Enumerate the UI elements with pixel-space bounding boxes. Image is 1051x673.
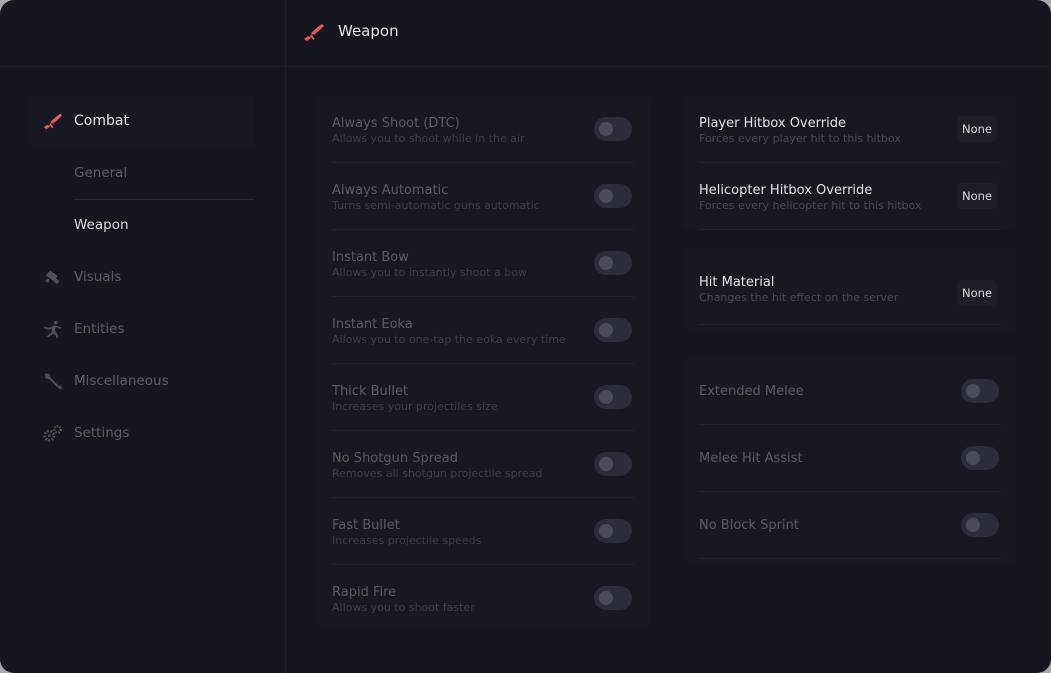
option-name: Always Automatic <box>332 183 449 198</box>
sidebar: Combat General Weapon Visuals Entities M… <box>0 0 286 673</box>
select-row-helicopter-hitbox: Helicopter Hitbox Override Forces every … <box>699 163 1001 230</box>
sidebar-item-label: General <box>74 165 128 181</box>
option-name: Melee Hit Assist <box>699 451 803 466</box>
app-window: Combat General Weapon Visuals Entities M… <box>0 0 1051 673</box>
paint-icon <box>45 270 60 285</box>
toggle-row-rapid-fire: Rapid Fire Allows you to shoot faster <box>332 565 634 632</box>
sidebar-nav: Combat General Weapon Visuals Entities M… <box>28 95 254 459</box>
option-name: Instant Eoka <box>332 317 413 332</box>
toggle-row-always-automatic: Always Automatic Turns semi-automatic gu… <box>332 163 634 230</box>
wrench-icon <box>44 373 63 390</box>
player-hitbox-select[interactable]: None <box>957 116 997 142</box>
always-shoot-toggle[interactable] <box>594 117 632 141</box>
option-description: Increases projectile speeds <box>332 534 482 547</box>
sidebar-item-label: Miscellaneous <box>74 373 169 389</box>
sidebar-item-general[interactable]: General <box>28 147 254 199</box>
toggle-row-instant-eoka: Instant Eoka Allows you to one-tap the e… <box>332 297 634 364</box>
select-row-player-hitbox: Player Hitbox Override Forces every play… <box>699 96 1001 163</box>
hitbox-override-panel: Player Hitbox Override Forces every play… <box>683 96 1017 230</box>
option-name: Hit Material <box>699 275 775 290</box>
toggle-knob <box>966 518 980 532</box>
toggle-row-extended-melee: Extended Melee <box>699 358 1001 425</box>
runner-icon <box>43 320 62 339</box>
no-shotgun-spread-toggle[interactable] <box>594 452 632 476</box>
sidebar-item-entities[interactable]: Entities <box>28 303 254 355</box>
sidebar-item-combat[interactable]: Combat <box>28 95 254 147</box>
option-name: Extended Melee <box>699 384 804 399</box>
option-name: Always Shoot (DTC) <box>332 116 460 131</box>
toggle-knob <box>966 451 980 465</box>
option-name: No Shotgun Spread <box>332 451 458 466</box>
option-name: Helicopter Hitbox Override <box>699 183 873 198</box>
toggle-row-no-block-sprint: No Block Sprint <box>699 492 1001 559</box>
weapon-toggles-panel: Always Shoot (DTC) Allows you to shoot w… <box>316 96 650 626</box>
toggle-row-thick-bullet: Thick Bullet Increases your projectiles … <box>332 364 634 431</box>
instant-eoka-toggle[interactable] <box>594 318 632 342</box>
sidebar-item-label: Visuals <box>74 269 122 285</box>
option-description: Forces every player hit to this hitbox <box>699 132 901 145</box>
toggle-row-no-shotgun-spread: No Shotgun Spread Removes all shotgun pr… <box>332 431 634 498</box>
option-description: Allows you to one-tap the eoka every tim… <box>332 333 566 346</box>
option-description: Turns semi-automatic guns automatic <box>332 199 540 212</box>
sidebar-item-miscellaneous[interactable]: Miscellaneous <box>28 355 254 407</box>
no-block-sprint-toggle[interactable] <box>961 513 999 537</box>
helicopter-hitbox-select[interactable]: None <box>957 183 997 209</box>
option-name: Instant Bow <box>332 250 409 265</box>
option-description: Allows you to shoot faster <box>332 601 475 614</box>
toggle-knob <box>599 323 613 337</box>
sidebar-item-visuals[interactable]: Visuals <box>28 251 254 303</box>
extended-melee-toggle[interactable] <box>961 379 999 403</box>
toggle-row-fast-bullet: Fast Bullet Increases projectile speeds <box>332 498 634 565</box>
rapid-fire-toggle[interactable] <box>594 586 632 610</box>
toggle-knob <box>599 591 613 605</box>
sidebar-item-label: Entities <box>74 321 125 337</box>
option-name: Thick Bullet <box>332 384 409 399</box>
toggle-knob <box>966 384 980 398</box>
hit-material-select[interactable]: None <box>957 280 997 306</box>
rifle-icon <box>304 24 324 41</box>
sidebar-item-label: Settings <box>74 425 130 441</box>
toggle-knob <box>599 122 613 136</box>
always-automatic-toggle[interactable] <box>594 184 632 208</box>
option-name: Player Hitbox Override <box>699 116 846 131</box>
option-description: Increases your projectiles size <box>332 400 498 413</box>
toggle-knob <box>599 256 613 270</box>
sidebar-item-settings[interactable]: Settings <box>28 407 254 459</box>
option-description: Allows you to shoot while in the air <box>332 132 525 145</box>
option-description: Allows you to instantly shoot a bow <box>332 266 527 279</box>
sidebar-item-label: Weapon <box>74 217 129 233</box>
toggle-knob <box>599 457 613 471</box>
thick-bullet-toggle[interactable] <box>594 385 632 409</box>
page-title: Weapon <box>338 22 399 40</box>
option-name: Rapid Fire <box>332 585 397 600</box>
fast-bullet-toggle[interactable] <box>594 519 632 543</box>
sidebar-header <box>0 0 285 67</box>
option-description: Changes the hit effect on the server <box>699 291 899 304</box>
toggle-knob <box>599 524 613 538</box>
option-name: No Block Sprint <box>699 518 799 533</box>
header-bar: Weapon <box>286 0 1051 67</box>
hit-material-panel: Hit Material Changes the hit effect on t… <box>683 248 1017 330</box>
option-description: Removes all shotgun projectile spread <box>332 467 543 480</box>
sidebar-item-label: Combat <box>74 113 129 129</box>
gears-icon <box>43 424 62 442</box>
melee-hit-assist-toggle[interactable] <box>961 446 999 470</box>
toggle-row-melee-hit-assist: Melee Hit Assist <box>699 425 1001 492</box>
toggle-knob <box>599 390 613 404</box>
sidebar-item-weapon[interactable]: Weapon <box>28 199 254 251</box>
toggle-row-always-shoot: Always Shoot (DTC) Allows you to shoot w… <box>332 96 634 163</box>
rifle-icon <box>43 113 63 130</box>
option-description: Forces every helicopter hit to this hitb… <box>699 199 922 212</box>
toggle-knob <box>599 189 613 203</box>
select-row-hit-material: Hit Material Changes the hit effect on t… <box>699 255 1001 325</box>
option-name: Fast Bullet <box>332 518 400 533</box>
toggle-row-instant-bow: Instant Bow Allows you to instantly shoo… <box>332 230 634 297</box>
instant-bow-toggle[interactable] <box>594 251 632 275</box>
melee-toggles-panel: Extended Melee Melee Hit Assist No Block… <box>683 358 1017 563</box>
